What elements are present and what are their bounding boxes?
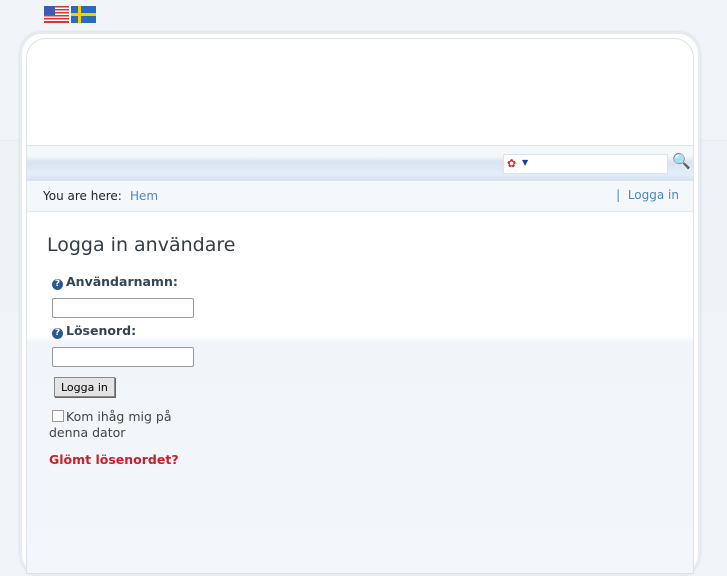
remember-me[interactable]: Kom ihåg mig på denna dator: [49, 409, 179, 441]
remember-checkbox[interactable]: [52, 410, 64, 422]
login-button[interactable]: Logga in: [54, 377, 115, 397]
search-field[interactable]: ✿ ▼: [503, 154, 668, 174]
remember-label: Kom ihåg mig på denna dator: [49, 409, 172, 440]
login-link-label[interactable]: Logga in: [628, 188, 679, 202]
breadcrumb: You are here: Hem | Logga in: [27, 181, 693, 212]
login-link[interactable]: | Logga in: [616, 188, 679, 202]
page-title: Logga in användare: [47, 234, 236, 256]
chevron-down-icon[interactable]: ▼: [522, 158, 528, 167]
username-input[interactable]: [52, 298, 194, 318]
main-container: ✿ ▼ 🔍 You are here: Hem | Logga in Logga…: [20, 32, 700, 576]
username-label: ? Användarnamn:: [52, 274, 178, 290]
password-label: ? Lösenord:: [52, 323, 136, 339]
password-label-text: Lösenord:: [66, 323, 137, 338]
breadcrumb-home-link[interactable]: Hem: [130, 189, 158, 203]
forgot-password-link[interactable]: Glömt lösenordet?: [49, 452, 179, 467]
breadcrumb-label: You are here:: [43, 189, 122, 203]
help-icon[interactable]: ?: [52, 279, 63, 290]
se-flag-icon[interactable]: [71, 6, 96, 23]
login-form: Logga in användare ? Användarnamn: ? Lösen…: [27, 212, 693, 573]
search-icon[interactable]: 🔍: [672, 152, 691, 170]
nav-bar: ✿ ▼ 🔍: [27, 145, 693, 182]
username-label-text: Användarnamn:: [66, 274, 178, 289]
help-icon[interactable]: ?: [52, 328, 63, 339]
search-engine-icon[interactable]: ✿: [507, 157, 516, 170]
language-selector: [44, 6, 96, 23]
password-input[interactable]: [52, 347, 194, 367]
us-flag-icon[interactable]: [44, 6, 69, 23]
separator: |: [616, 188, 621, 202]
